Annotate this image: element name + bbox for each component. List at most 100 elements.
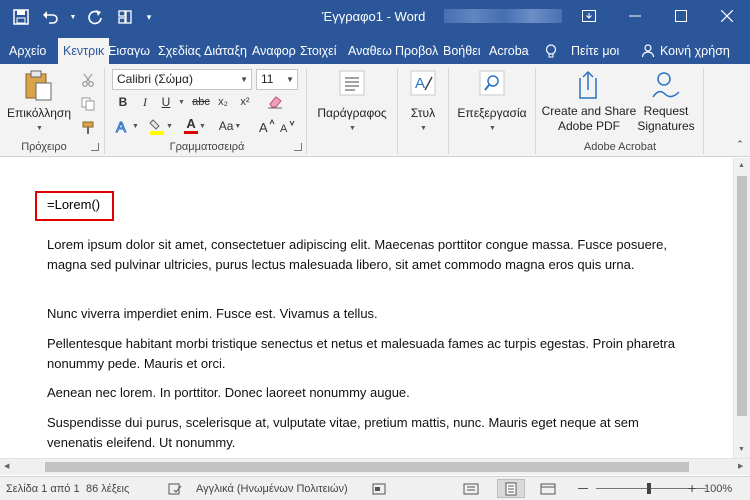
tab-layout[interactable]: Διάταξη bbox=[199, 38, 252, 64]
tab-acrobat[interactable]: Acroba bbox=[484, 38, 534, 64]
horizontal-scrollbar[interactable]: ◀ ▶ bbox=[0, 458, 750, 475]
tab-view[interactable]: Προβολ bbox=[390, 38, 443, 64]
paragraph-5[interactable]: Suspendisse dui purus, scelerisque at, v… bbox=[47, 413, 687, 453]
tab-home[interactable]: Κεντρικ bbox=[58, 38, 110, 64]
paragraph-2[interactable]: Nunc viverra imperdiet enim. Fusce est. … bbox=[47, 304, 687, 324]
lorem-command-text[interactable]: =Lorem() bbox=[47, 197, 100, 212]
create-share-pdf-button[interactable]: Create and Share Adobe PDF bbox=[540, 70, 638, 134]
grow-font-button[interactable]: A bbox=[258, 116, 276, 136]
styles-label: Στυλ bbox=[410, 106, 436, 120]
underline-dropdown[interactable]: ▼ bbox=[176, 92, 186, 112]
group-separator bbox=[703, 68, 704, 154]
status-bar: Σελίδα 1 από 1 86 λέξεις Αγγλικά (Ηνωμέν… bbox=[0, 476, 750, 500]
tab-references[interactable]: Αναφορ bbox=[247, 38, 301, 64]
styles-icon: A bbox=[410, 70, 436, 96]
tab-design[interactable]: Σχεδίας bbox=[153, 38, 206, 64]
font-size-combo[interactable]: 11 ▼ bbox=[256, 69, 298, 90]
tab-review[interactable]: Αναθεω bbox=[343, 38, 397, 64]
underline-button[interactable]: U bbox=[157, 92, 175, 112]
font-name-value: Calibri (Σώμα) bbox=[117, 72, 193, 86]
cut-button[interactable] bbox=[78, 70, 98, 90]
font-color-button[interactable]: A ▼ bbox=[180, 116, 210, 136]
svg-text:A: A bbox=[280, 123, 288, 133]
tab-mailings[interactable]: Στοιχεί bbox=[295, 38, 342, 64]
font-name-combo[interactable]: Calibri (Σώμα) ▼ bbox=[112, 69, 252, 90]
change-case-label: Aa bbox=[218, 119, 234, 133]
collapse-ribbon-button[interactable]: ⌃ bbox=[734, 134, 746, 154]
shrink-font-icon: A bbox=[280, 120, 295, 133]
ribbon-options-button[interactable] bbox=[566, 0, 612, 32]
format-painter-button[interactable] bbox=[78, 118, 98, 138]
word-count[interactable]: 86 λέξεις bbox=[86, 483, 129, 495]
styles-button[interactable]: A Στυλ ▼ bbox=[402, 70, 444, 136]
group-separator bbox=[535, 68, 536, 154]
superscript-button[interactable]: x² bbox=[236, 92, 254, 112]
zoom-level[interactable]: 100% bbox=[704, 483, 732, 495]
document-title: Έγγραφο1 - Word bbox=[322, 9, 426, 24]
tell-me-search[interactable]: Πείτε μοι bbox=[540, 38, 624, 64]
copy-button[interactable] bbox=[78, 94, 98, 114]
minimize-button[interactable] bbox=[612, 0, 658, 32]
web-layout-button[interactable] bbox=[540, 483, 556, 498]
horizontal-scroll-thumb[interactable] bbox=[45, 462, 689, 472]
scroll-right-icon[interactable]: ▶ bbox=[738, 462, 743, 470]
zoom-in-button[interactable]: + bbox=[688, 480, 696, 496]
clipboard-group-label: Πρόχειρο bbox=[21, 141, 67, 153]
change-case-button[interactable]: Aa ▼ bbox=[214, 116, 246, 136]
request-signatures-button[interactable]: Request Signatures bbox=[636, 70, 696, 134]
tab-insert[interactable]: Εισαγω bbox=[103, 38, 155, 64]
svg-text:A: A bbox=[259, 120, 268, 133]
lightbulb-icon bbox=[545, 43, 557, 57]
scroll-up-icon[interactable]: ▲ bbox=[738, 162, 745, 169]
strikethrough-button[interactable]: abc bbox=[189, 92, 213, 112]
focus-mode-button[interactable] bbox=[463, 483, 479, 498]
ribbon-home: Επικόλληση ▼ Πρόχειρο Calibri (Σώμα) ▼ 11… bbox=[0, 64, 750, 157]
font-launcher[interactable] bbox=[294, 143, 302, 151]
vertical-scrollbar[interactable]: ▲ ▼ bbox=[733, 158, 750, 458]
zoom-out-button[interactable] bbox=[578, 488, 588, 489]
zoom-slider-thumb[interactable] bbox=[647, 483, 651, 494]
touch-mode-button[interactable] bbox=[112, 6, 138, 28]
bold-button[interactable]: B bbox=[114, 92, 132, 112]
close-button[interactable] bbox=[704, 0, 750, 32]
paragraph-3[interactable]: Pellentesque habitant morbi tristique se… bbox=[47, 334, 687, 374]
paragraph-4[interactable]: Aenean nec lorem. In porttitor. Donec la… bbox=[47, 383, 687, 403]
undo-dropdown[interactable]: ▼ bbox=[68, 6, 78, 28]
tab-help[interactable]: Βοήθει bbox=[438, 38, 486, 64]
macro-status[interactable] bbox=[372, 483, 386, 498]
scissors-icon bbox=[82, 73, 94, 87]
paste-label: Επικόλληση bbox=[6, 106, 71, 120]
paragraph-1[interactable]: Lorem ipsum dolor sit amet, consectetuer… bbox=[47, 235, 687, 275]
redo-button[interactable] bbox=[82, 6, 108, 28]
proofing-status[interactable] bbox=[168, 483, 182, 498]
paste-button[interactable]: Επικόλληση ▼ bbox=[6, 70, 72, 136]
scroll-down-icon[interactable]: ▼ bbox=[738, 446, 745, 453]
group-separator bbox=[104, 68, 105, 154]
proofing-book-icon bbox=[168, 483, 182, 495]
maximize-button[interactable] bbox=[658, 0, 704, 32]
undo-button[interactable] bbox=[38, 6, 64, 28]
tab-file[interactable]: Αρχείο bbox=[4, 38, 51, 64]
print-layout-button[interactable] bbox=[497, 479, 525, 498]
language-status[interactable]: Αγγλικά (Ηνωμένων Πολιτειών) bbox=[196, 483, 348, 495]
customize-qat-button[interactable]: ▾ bbox=[142, 6, 156, 28]
paragraph-button[interactable]: Παράγραφος ▼ bbox=[310, 70, 394, 136]
clipboard-launcher[interactable] bbox=[91, 143, 99, 151]
italic-button[interactable]: I bbox=[136, 92, 154, 112]
vertical-scroll-thumb[interactable] bbox=[737, 176, 747, 416]
scroll-left-icon[interactable]: ◀ bbox=[4, 462, 9, 470]
highlight-color-button[interactable]: ▼ bbox=[146, 116, 176, 136]
page-count[interactable]: Σελίδα 1 από 1 bbox=[6, 483, 80, 495]
minimize-icon bbox=[629, 15, 641, 17]
save-button[interactable] bbox=[8, 6, 34, 28]
chevron-up-icon: ⌃ bbox=[736, 138, 744, 149]
editing-button[interactable]: Επεξεργασία ▼ bbox=[452, 70, 532, 136]
share-button[interactable]: Κοινή χρήση bbox=[637, 38, 735, 64]
shrink-font-button[interactable]: A bbox=[279, 116, 297, 136]
clear-formatting-button[interactable] bbox=[264, 92, 286, 112]
subscript-button[interactable]: x₂ bbox=[214, 92, 232, 112]
text-effects-button[interactable]: A ▼ bbox=[112, 116, 142, 136]
paragraph-label: Παράγραφος bbox=[317, 106, 387, 120]
title-bar: ▼ ▾ Έγγραφο1 - Word bbox=[0, 0, 750, 34]
group-separator bbox=[306, 68, 307, 154]
